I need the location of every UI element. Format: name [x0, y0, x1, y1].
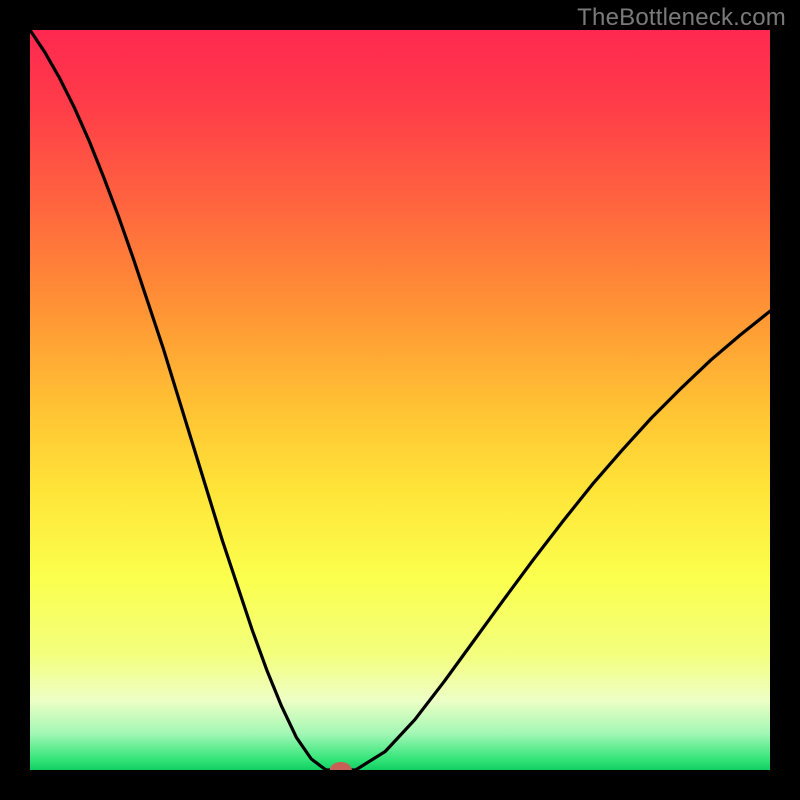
- bottleneck-chart: [30, 30, 770, 770]
- gradient-background: [30, 30, 770, 770]
- watermark-text: TheBottleneck.com: [577, 4, 786, 32]
